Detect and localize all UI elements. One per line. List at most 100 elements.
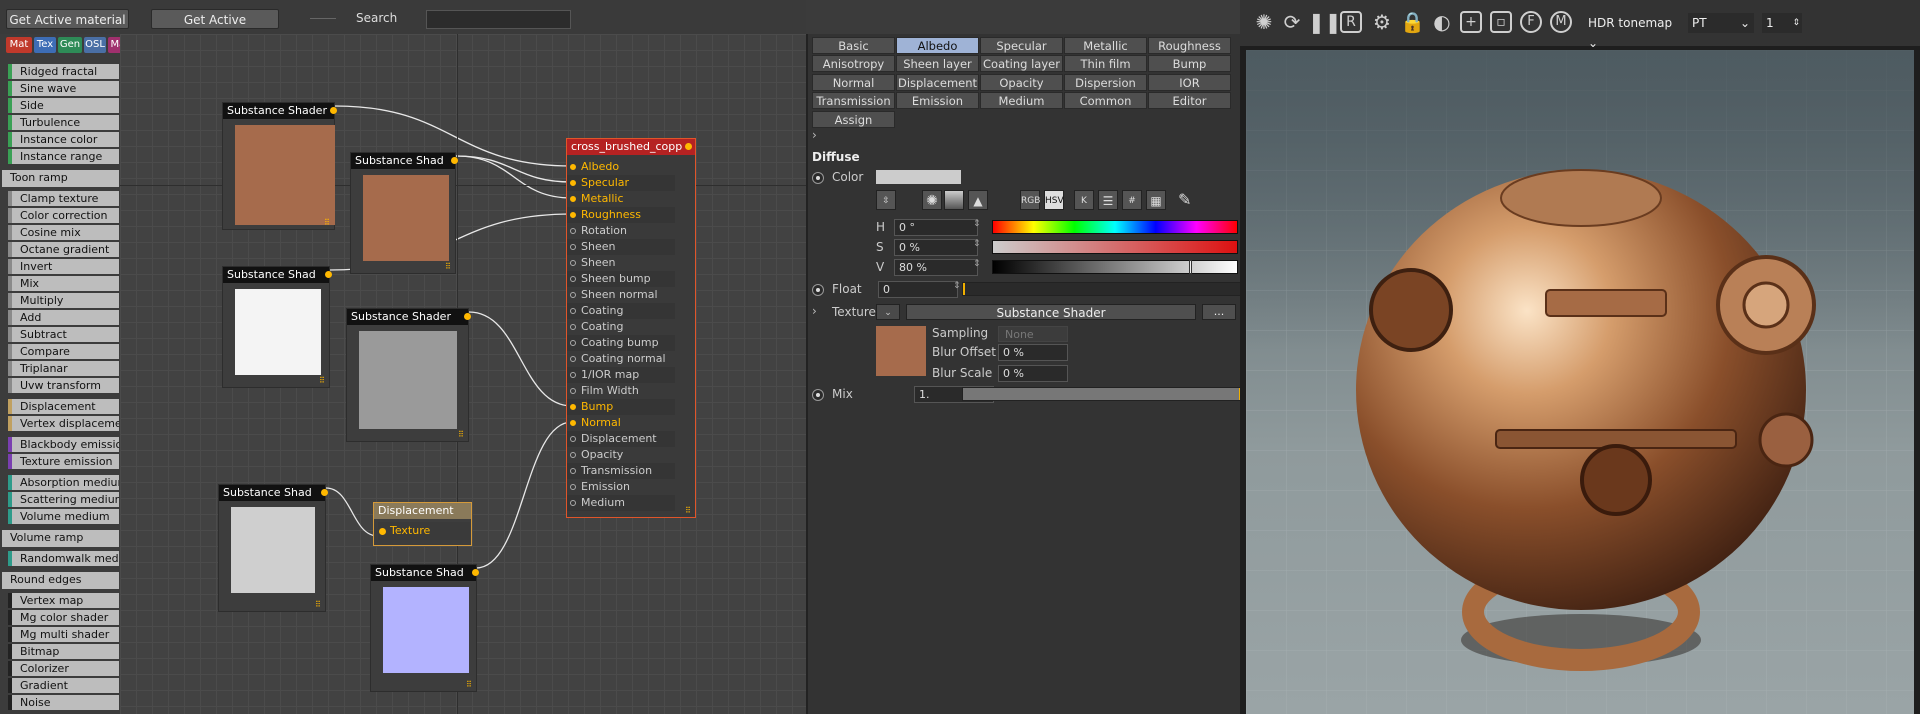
region-icon[interactable]: R bbox=[1340, 11, 1362, 33]
collapse-icon[interactable]: ⇳ bbox=[876, 190, 896, 210]
tab-normal[interactable]: Normal bbox=[812, 73, 895, 91]
pin-dot[interactable] bbox=[570, 164, 576, 170]
material-pin[interactable]: Sheen roughness bbox=[567, 255, 675, 285]
tab-emission[interactable]: Emission bbox=[896, 92, 979, 110]
node-list-item[interactable]: Compare bbox=[8, 344, 119, 359]
substance-shader-node[interactable]: Substance Shader ⠿ bbox=[346, 308, 471, 442]
material-pin[interactable]: Rotation bbox=[567, 223, 675, 239]
tab-displacement[interactable]: Displacement bbox=[896, 73, 979, 91]
samples-field[interactable]: 1 ⇕ bbox=[1762, 13, 1802, 33]
tab-metallic[interactable]: Metallic bbox=[1064, 37, 1147, 54]
node-list-item[interactable]: Toon ramp bbox=[2, 170, 119, 187]
value-field[interactable]: 80 % bbox=[894, 259, 978, 276]
material-pin[interactable]: Opacity bbox=[567, 447, 675, 463]
value-slider[interactable] bbox=[992, 260, 1238, 274]
tab-thin-film-layer[interactable]: Thin film layer bbox=[1064, 55, 1147, 88]
add-region-icon[interactable]: + bbox=[1460, 11, 1482, 33]
node-list-item[interactable]: Subtract bbox=[8, 327, 119, 342]
get-active-tag-button[interactable]: Get Active tag/object bbox=[151, 9, 279, 47]
node-wire[interactable] bbox=[468, 311, 573, 407]
color-swatch[interactable] bbox=[876, 170, 961, 184]
texture-dropdown-icon[interactable]: ⌄ bbox=[876, 304, 900, 320]
color-wheel-icon[interactable]: ✺ bbox=[922, 190, 942, 210]
node-list-item[interactable]: Gradient bbox=[8, 678, 119, 693]
pause-icon[interactable]: ❚❚ bbox=[1308, 10, 1342, 34]
blur-offset-field[interactable]: 0 % bbox=[998, 344, 1068, 361]
substance-shader-node[interactable]: Substance Shad ⠿ bbox=[370, 564, 479, 692]
pin-dot[interactable] bbox=[570, 180, 576, 186]
texture-shader-button[interactable]: Substance Shader bbox=[906, 304, 1196, 320]
pin-dot[interactable] bbox=[570, 388, 576, 394]
mix-radio[interactable] bbox=[812, 389, 824, 401]
pin-dot[interactable] bbox=[570, 324, 576, 330]
node-list-item[interactable]: Blackbody emission bbox=[8, 437, 119, 452]
swatches-icon[interactable]: ▦ bbox=[1146, 190, 1166, 210]
value-stepper-icon[interactable]: ⇕ bbox=[973, 259, 981, 269]
material-pin[interactable]: Sheen bump bbox=[567, 271, 675, 287]
pin-dot[interactable] bbox=[570, 228, 576, 234]
output-port[interactable] bbox=[451, 157, 458, 164]
output-port[interactable] bbox=[472, 569, 479, 576]
tab-opacity[interactable]: Opacity bbox=[980, 73, 1063, 91]
eyedropper-icon[interactable]: ✎ bbox=[1178, 190, 1198, 210]
sampling-select[interactable]: None bbox=[998, 326, 1068, 342]
node-list-item[interactable]: Octane gradient bbox=[8, 242, 119, 257]
material-pin[interactable]: Film Width bbox=[567, 383, 675, 399]
node-list-item[interactable]: Volume ramp bbox=[2, 530, 119, 547]
collapse-chevron-icon[interactable]: › bbox=[812, 128, 817, 142]
node-list-item[interactable]: Volume medium bbox=[8, 509, 119, 524]
tab-common[interactable]: Common bbox=[1064, 92, 1147, 110]
tab-basic[interactable]: Basic bbox=[812, 37, 895, 54]
node-list-item[interactable]: Invert bbox=[8, 259, 119, 274]
mix-slider[interactable] bbox=[962, 387, 1242, 401]
float-field[interactable]: 0 bbox=[878, 281, 958, 298]
resize-handle-icon[interactable]: ⠿ bbox=[685, 507, 692, 515]
material-pin[interactable]: Coating bump bbox=[567, 335, 675, 351]
displacement-node[interactable]: Displacement Texture bbox=[373, 502, 472, 546]
focus-picker-icon[interactable]: F bbox=[1520, 11, 1542, 33]
pin-dot[interactable] bbox=[570, 404, 576, 410]
tab-editor[interactable]: Editor bbox=[1148, 92, 1231, 110]
material-node[interactable]: cross_brushed_copp Albedo Specular Metalli… bbox=[566, 138, 696, 518]
node-list-item[interactable]: Colorizer bbox=[8, 661, 119, 676]
pin-dot[interactable] bbox=[570, 372, 576, 378]
pin-dot[interactable] bbox=[570, 484, 576, 490]
node-list-item[interactable]: Multiply bbox=[8, 293, 119, 308]
node-list-item[interactable]: Instance range bbox=[8, 149, 119, 164]
node-list-item[interactable]: Noise bbox=[8, 695, 119, 710]
node-list-item[interactable]: Randomwalk medium bbox=[8, 551, 119, 566]
material-pin[interactable]: Displacement bbox=[567, 431, 675, 447]
material-pin[interactable]: Roughness bbox=[567, 207, 675, 223]
output-port[interactable] bbox=[464, 313, 471, 320]
lightning-refresh-icon[interactable]: ✺ bbox=[1252, 10, 1276, 34]
node-list-item[interactable]: Instance color bbox=[8, 132, 119, 147]
input-port[interactable] bbox=[379, 528, 386, 535]
float-slider[interactable] bbox=[962, 282, 1242, 296]
resize-handle-icon[interactable]: ⠿ bbox=[445, 263, 452, 271]
tab-coating-layer[interactable]: Coating layer bbox=[980, 55, 1063, 73]
pin-dot[interactable] bbox=[570, 260, 576, 266]
node-list-item[interactable]: Mix bbox=[8, 276, 119, 291]
saturation-slider[interactable] bbox=[992, 240, 1238, 254]
resize-handle-icon[interactable]: ⠿ bbox=[324, 219, 331, 227]
node-list-item[interactable]: Vertex displacement bbox=[8, 416, 119, 431]
tab-assign[interactable]: Assign bbox=[812, 110, 895, 128]
kernel-select[interactable]: PT ⌄ bbox=[1688, 13, 1754, 33]
node-editor[interactable]: Substance Shader ⠿ Substance Shad ⠿ Subs… bbox=[120, 34, 806, 714]
lock-icon[interactable]: 🔒 bbox=[1400, 10, 1425, 34]
output-port[interactable] bbox=[321, 489, 328, 496]
pin-dot[interactable] bbox=[570, 420, 576, 426]
substance-shader-node[interactable]: Substance Shad ⠿ bbox=[350, 152, 458, 274]
node-list-item[interactable]: Mg color shader bbox=[8, 610, 119, 625]
material-pin[interactable]: Specular bbox=[567, 175, 675, 191]
tab-transmission[interactable]: Transmission bbox=[812, 92, 895, 110]
render-image[interactable] bbox=[1246, 50, 1914, 714]
node-list-item[interactable]: Add bbox=[8, 310, 119, 325]
resize-handle-icon[interactable]: ⠿ bbox=[319, 377, 326, 385]
output-port[interactable] bbox=[325, 271, 332, 278]
gear-icon[interactable]: ⚙ bbox=[1370, 10, 1394, 34]
float-radio[interactable] bbox=[812, 284, 824, 296]
node-list-item[interactable]: Turbulence bbox=[8, 115, 119, 130]
hue-field[interactable]: 0 ° bbox=[894, 219, 978, 236]
displacement-texture-pin[interactable]: Texture bbox=[378, 522, 470, 540]
